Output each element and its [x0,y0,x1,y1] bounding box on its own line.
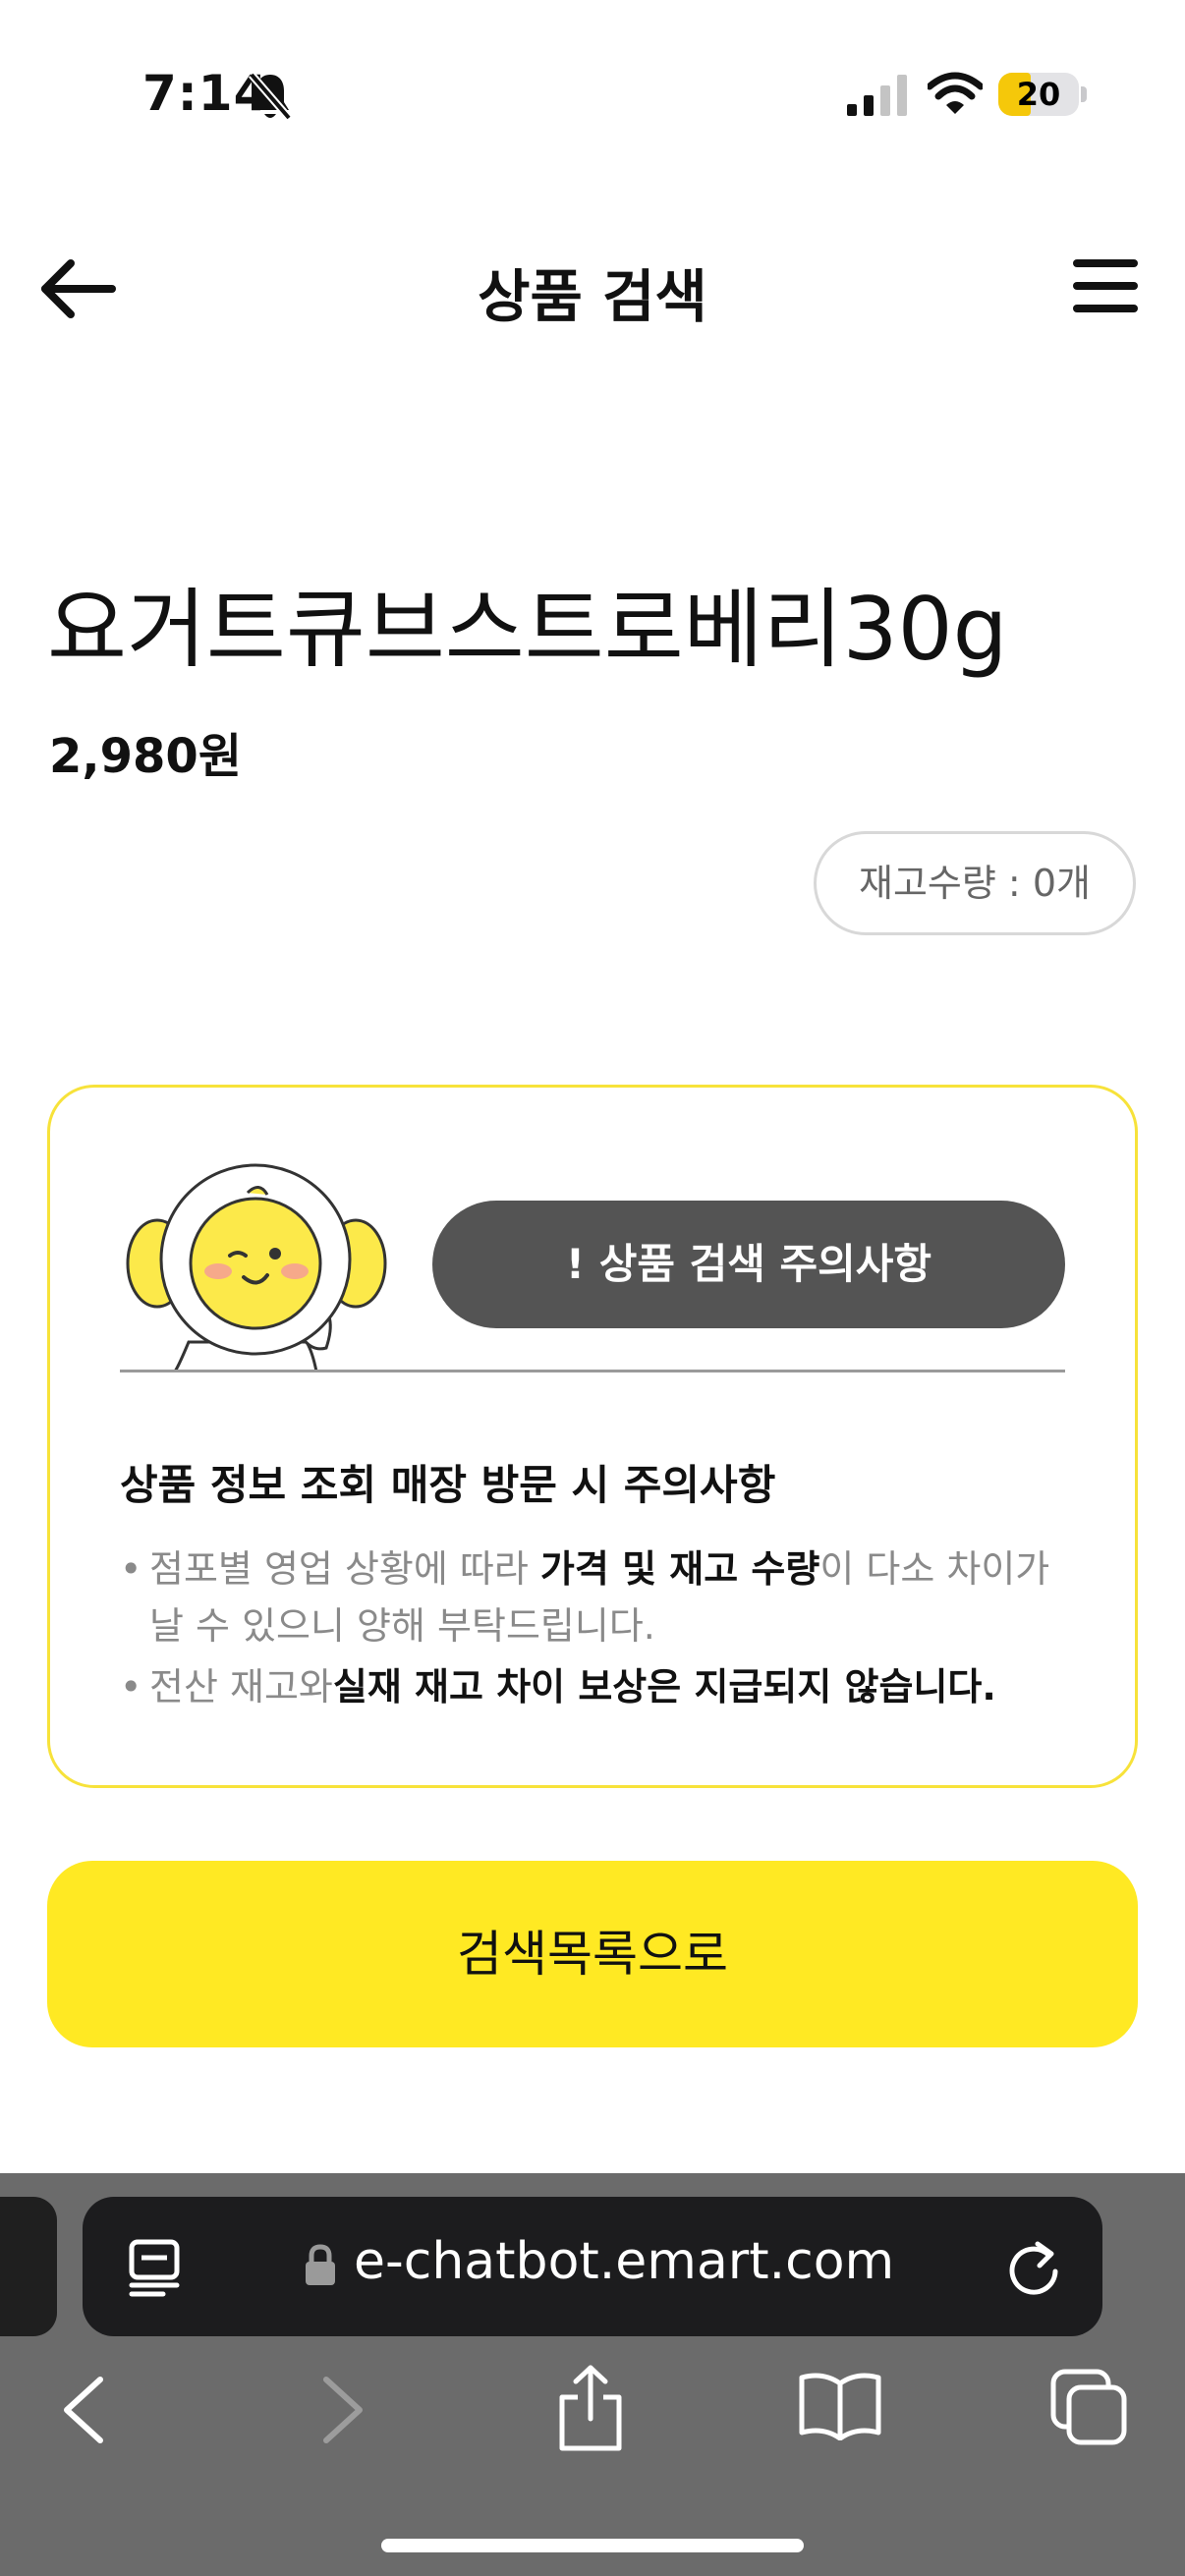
previous-tab-peek[interactable] [0,2197,57,2336]
tabs-icon[interactable] [1049,2368,1128,2446]
notice-bullet-2: • 전산 재고와실재 재고 차이 보상은 지급되지 않습니다. [120,1665,996,1708]
stock-badge: 재고수량 : 0개 [814,831,1136,935]
wifi-icon [928,72,983,114]
notice-bullet-1-continued: 날 수 있으니 양해 부탁드립니다. [149,1604,655,1648]
battery-cap [1081,86,1087,102]
bookmarks-icon[interactable] [798,2370,882,2440]
lock-icon [306,2244,335,2285]
share-icon[interactable] [556,2364,625,2452]
battery-indicator: 20 [998,73,1079,116]
notice-title-pill: ! 상품 검색 주의사항 [432,1201,1065,1328]
url-text[interactable]: e-chatbot.emart.com [354,2232,894,2291]
reload-icon[interactable] [1004,2238,1063,2297]
card-divider [120,1370,1065,1372]
reader-icon[interactable] [128,2238,181,2297]
notice-heading: 상품 정보 조회 매장 방문 시 주의사항 [120,1461,776,1509]
chevron-left-icon[interactable] [61,2376,106,2444]
product-price: 2,980원 [49,729,242,784]
notice-bullet-1: • 점포별 영업 상황에 따라 가격 및 재고 수량이 다소 차이가 [120,1547,1050,1591]
chevron-right-icon[interactable] [320,2376,366,2444]
signal-icon [847,75,907,116]
page-title: 상품 검색 [478,263,707,330]
back-to-results-button[interactable]: 검색목록으로 [47,1861,1138,2047]
bell-slash-icon [248,72,293,121]
menu-icon[interactable] [1073,257,1138,314]
product-name: 요거트큐브스트로베리30g [47,579,1008,680]
battery-level: 20 [1016,76,1061,113]
mascot-illustration [126,1163,387,1372]
home-indicator [381,2539,804,2552]
